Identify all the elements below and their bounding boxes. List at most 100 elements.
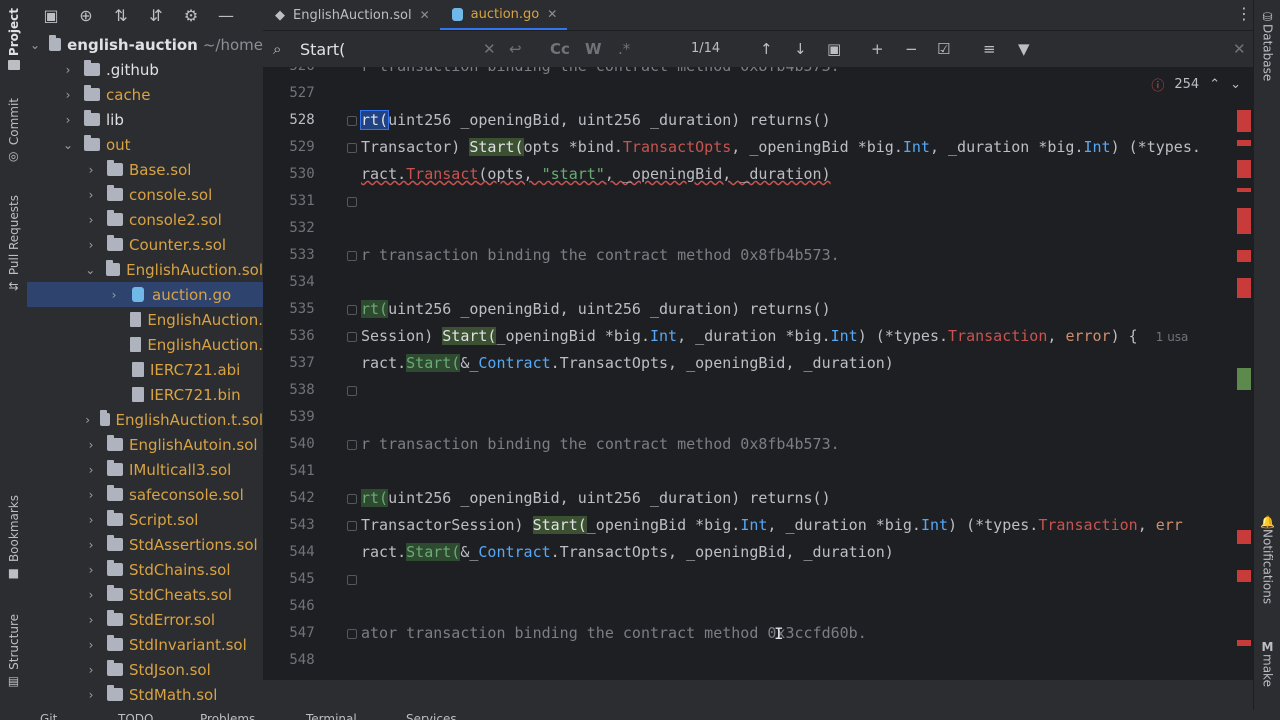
chevron-right-icon[interactable]: › [83,638,99,652]
chevron-right-icon[interactable]: › [83,588,99,602]
chevron-right-icon[interactable]: › [60,113,76,127]
tab-englishauction-sol[interactable]: ◆ EnglishAuction.sol ✕ [263,0,440,30]
chevron-right-icon[interactable]: › [83,163,99,177]
tool-tab-make[interactable]: M make [1254,640,1280,687]
code-line[interactable]: Session) Start(_openingBid *big.Int, _du… [361,323,1188,350]
tool-tab-database[interactable]: ⛁ Database [1254,10,1280,81]
code-line[interactable]: ract.Start(&_Contract.TransactOpts, _ope… [361,350,894,377]
chevron-right-icon[interactable]: › [106,288,122,302]
select-all-icon[interactable]: ☑ [937,40,950,58]
tool-tab-notifications[interactable]: 🔔 Notifications [1254,515,1280,604]
chevron-right-icon[interactable]: › [83,563,99,577]
code-line[interactable]: Transactor) Start(opts *bind.TransactOpt… [361,134,1201,161]
chevron-right-icon[interactable]: › [83,688,99,702]
tree-item[interactable]: › lib [27,107,263,132]
tree-item[interactable]: › safeconsole.sol [27,482,263,507]
fold-marker-icon[interactable] [347,575,357,585]
tree-item[interactable]: › StdError.sol [27,607,263,632]
search-input[interactable]: Start( [300,40,345,59]
chevron-up-icon[interactable]: ⌃ [1209,77,1220,92]
chevron-right-icon[interactable]: › [83,663,99,677]
close-icon[interactable]: ✕ [420,8,430,22]
remove-occurrence-icon[interactable]: − [905,40,918,58]
status-services[interactable]: Services [406,712,457,720]
tree-item[interactable]: › StdCheats.sol [27,582,263,607]
status-git[interactable]: Git [40,712,57,720]
chevron-right-icon[interactable]: › [83,188,99,202]
chevron-down-icon[interactable]: ⌄ [60,138,76,152]
code-line[interactable]: r transaction binding the contract metho… [361,67,840,80]
fold-marker-icon[interactable] [347,143,357,153]
tree-item[interactable]: › StdAssertions.sol [27,532,263,557]
chevron-right-icon[interactable]: › [60,63,76,77]
close-icon[interactable]: ✕ [547,7,557,21]
tree-item[interactable]: › Counter.s.sol [27,232,263,257]
code-line[interactable]: ract.Transact(opts, "start", _openingBid… [361,161,831,188]
locate-icon[interactable]: ⊕ [76,6,96,25]
tool-tab-structure[interactable]: Structure ▤ [0,614,27,688]
arrow-up-icon[interactable]: ↑ [760,40,773,58]
tool-tab-bookmarks[interactable]: Bookmarks ■ [0,495,27,580]
scrollbar-marks[interactable] [1235,100,1253,680]
chevron-right-icon[interactable]: › [83,538,99,552]
chevron-right-icon[interactable]: › [83,438,99,452]
tool-tab-project[interactable]: Project [0,8,27,71]
code-editor[interactable]: ⓘ 254 ⌃ ⌄ 526 r transaction binding the c… [263,67,1253,680]
fold-marker-icon[interactable] [347,494,357,504]
fold-marker-icon[interactable] [347,386,357,396]
tree-item[interactable]: › StdChains.sol [27,557,263,582]
tree-item[interactable]: › StdMath.sol [27,682,263,707]
close-search-icon[interactable]: ✕ [1233,40,1246,58]
tree-item[interactable]: › StdInvariant.sol [27,632,263,657]
tree-item[interactable]: ⌄ EnglishAuction.sol [27,257,263,282]
fold-marker-icon[interactable] [347,305,357,315]
fold-marker-icon[interactable] [347,440,357,450]
code-line[interactable]: rt(uint256 _openingBid, uint256 _duratio… [361,296,831,323]
chevron-right-icon[interactable]: › [83,213,99,227]
fold-marker-icon[interactable] [347,116,357,126]
fold-marker-icon[interactable] [347,521,357,531]
tree-item[interactable]: › EnglishAuction.t.sol [27,407,263,432]
tree-item[interactable]: EnglishAuction. [27,332,263,357]
status-terminal[interactable]: Terminal [306,712,357,720]
problems-indicator[interactable]: ⓘ 254 ⌃ ⌄ [1151,75,1241,94]
chevron-right-icon[interactable]: › [83,488,99,502]
select-all-occurrences-icon[interactable]: ▣ [827,40,841,58]
match-case-toggle[interactable]: Cc [550,40,570,58]
regex-toggle[interactable]: .* [618,40,630,58]
collapse-all-icon[interactable]: ⇵ [146,6,166,25]
whole-words-toggle[interactable]: W [585,40,602,58]
tool-tab-pull-requests[interactable]: Pull Requests ⇆ [0,195,27,293]
code-line[interactable]: r transaction binding the contract metho… [361,431,840,458]
clear-icon[interactable]: ✕ [483,40,496,58]
chevron-right-icon[interactable]: › [83,463,99,477]
history-icon[interactable]: ↩ [509,40,522,58]
code-line[interactable]: ator transaction binding the contract me… [361,620,867,647]
chevron-right-icon[interactable]: › [83,238,99,252]
tree-item[interactable]: IERC721.abi [27,357,263,382]
status-todo[interactable]: TODO [118,712,153,720]
gear-icon[interactable]: ⚙ [181,6,201,25]
tool-tab-commit[interactable]: Commit ◎ [0,98,27,163]
filter-icon[interactable]: ▼ [1018,40,1030,58]
tree-item[interactable]: › .github [27,57,263,82]
tab-auction-go[interactable]: auction.go ✕ [439,0,568,30]
code-line[interactable]: rt(uint256 _openingBid, uint256 _duratio… [361,485,831,512]
tree-item[interactable]: › auction.go [27,282,263,307]
more-vertical-icon[interactable]: ⋮ [1236,4,1252,23]
fold-marker-icon[interactable] [347,629,357,639]
tree-item[interactable]: › console.sol [27,182,263,207]
tree-item[interactable]: › EnglishAutoin.sol [27,432,263,457]
code-line[interactable]: r transaction binding the contract metho… [361,242,840,269]
tree-item[interactable]: IERC721.bin [27,382,263,407]
code-line[interactable]: ract.Start(&_Contract.TransactOpts, _ope… [361,539,894,566]
chevron-right-icon[interactable]: › [60,88,76,102]
tree-item[interactable]: ⌄ out [27,132,263,157]
chevron-down-icon[interactable]: ⌄ [29,38,41,52]
tree-item[interactable]: › Base.sol [27,157,263,182]
tree-item[interactable]: EnglishAuction. [27,307,263,332]
fold-marker-icon[interactable] [347,251,357,261]
code-line[interactable]: TransactorSession) Start(_openingBid *bi… [361,512,1183,539]
filter-options-icon[interactable]: ≡ [983,40,996,58]
expand-all-icon[interactable]: ⇅ [111,6,131,25]
